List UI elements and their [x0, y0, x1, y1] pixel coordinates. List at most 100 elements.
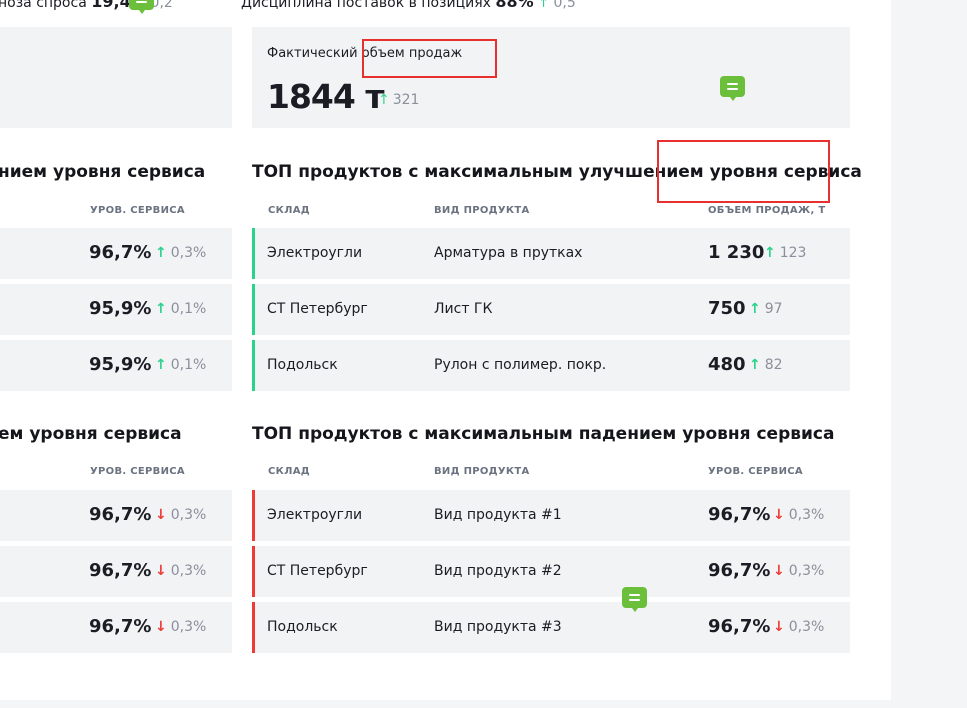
sales-volume-delta: ↑ 97	[749, 301, 783, 317]
delivery-discipline-delta: 0,5	[553, 0, 576, 11]
column-header-warehouse: СКЛАД	[268, 205, 310, 216]
arrow-up-icon: ↑	[155, 245, 167, 261]
sales-volume-value: 750	[708, 298, 746, 319]
sales-volume-delta-value: 97	[764, 301, 783, 317]
positive-indicator-bar	[252, 340, 255, 391]
service-level-delta: ↑ 0,3%	[155, 245, 206, 261]
actual-sales-card: Фактический объем продаж 1844 т ↑ 321	[252, 27, 850, 128]
metric-card-left	[0, 27, 232, 128]
column-header-sales-volume: ОБЪЕМ ПРОДАЖ, Т	[708, 205, 826, 216]
arrow-down-icon: ↓	[773, 619, 785, 635]
service-level-delta-value: 0,3%	[788, 507, 825, 523]
column-header-product: ВИД ПРОДУКТА	[434, 466, 530, 477]
service-level-value: 96,7%	[89, 504, 152, 525]
service-level-delta-value: 0,3%	[788, 563, 825, 579]
product-cell: Рулон с полимер. покр.	[434, 357, 607, 373]
arrow-down-icon: ↓	[773, 507, 785, 523]
actual-sales-value: 1844 т	[267, 77, 384, 116]
service-level-delta: ↑ 0,1%	[155, 301, 206, 317]
arrow-down-icon: ↓	[155, 619, 167, 635]
left-bottom-section-title: ем уровня сервиса	[0, 424, 182, 444]
product-cell: Вид продукта #3	[434, 619, 562, 635]
table-row: 95,9% ↑ 0,1%	[0, 284, 232, 335]
arrow-up-icon: ↑	[764, 245, 776, 261]
comment-icon[interactable]	[622, 587, 647, 612]
arrow-up-icon: ↑	[155, 301, 167, 317]
delivery-discipline-metric: Дисциплина поставок в позициях 88% ↑ 0,5	[241, 0, 576, 11]
service-level-value: 96,7%	[708, 560, 771, 581]
positive-indicator-bar	[252, 228, 255, 279]
decline-section-title: ТОП продуктов с максимальным падением ур…	[252, 424, 835, 444]
service-level-delta: ↓ 0,3%	[773, 507, 824, 523]
actual-sales-delta: ↑ 321	[378, 92, 419, 108]
warehouse-cell: Подольск	[267, 357, 338, 373]
sales-volume-delta: ↑ 123	[764, 245, 806, 261]
column-header-service-level: УРОВ. СЕРВИСА	[708, 466, 803, 477]
product-cell: Вид продукта #1	[434, 507, 562, 523]
arrow-up-icon: ↑	[155, 357, 167, 373]
service-level-delta: ↓ 0,3%	[773, 563, 824, 579]
service-level-delta: ↓ 0,3%	[155, 507, 206, 523]
arrow-up-icon: ↑	[378, 92, 390, 108]
service-level-value: 95,9%	[89, 298, 152, 319]
warehouse-cell: Электроугли	[267, 245, 363, 261]
service-level-delta: ↓ 0,3%	[155, 619, 206, 635]
highlight-box	[362, 39, 497, 78]
warehouse-cell: СТ Петербург	[267, 563, 368, 579]
table-row[interactable]: Подольск Вид продукта #3 96,7% ↓ 0,3%	[252, 602, 850, 653]
positive-indicator-bar	[252, 284, 255, 335]
table-row[interactable]: Электроугли Вид продукта #1 96,7% ↓ 0,3%	[252, 490, 850, 541]
column-header-product: ВИД ПРОДУКТА	[434, 205, 530, 216]
right-panel-background	[891, 0, 967, 708]
service-level-delta-value: 0,1%	[170, 357, 207, 373]
service-level-delta-value: 0,1%	[170, 301, 207, 317]
warehouse-cell: Электроугли	[267, 507, 363, 523]
service-level-delta-value: 0,3%	[170, 507, 207, 523]
product-cell: Арматура в прутках	[434, 245, 583, 261]
sales-volume-delta: ↑ 82	[749, 357, 783, 373]
service-level-delta-value: 0,3%	[788, 619, 825, 635]
table-row[interactable]: Подольск Рулон с полимер. покр. 480 ↑ 82	[252, 340, 850, 391]
table-row[interactable]: Электроугли Арматура в прутках 1 230 ↑ 12…	[252, 228, 850, 279]
comment-icon[interactable]	[129, 0, 154, 14]
product-cell: Вид продукта #2	[434, 563, 562, 579]
arrow-down-icon: ↓	[773, 563, 785, 579]
column-header-warehouse: СКЛАД	[268, 466, 310, 477]
service-level-delta-value: 0,3%	[170, 563, 207, 579]
negative-indicator-bar	[252, 602, 255, 653]
product-cell: Лист ГК	[434, 301, 493, 317]
table-row[interactable]: СТ Петербург Лист ГК 750 ↑ 97	[252, 284, 850, 335]
forecast-value: 19,4	[91, 0, 131, 11]
service-level-delta-value: 0,3%	[170, 245, 207, 261]
sales-volume-value: 1 230	[708, 242, 765, 263]
service-level-delta: ↓ 0,3%	[155, 563, 206, 579]
column-header-service-level: УРОВ. СЕРВИСА	[90, 205, 185, 216]
arrow-up-icon: ↑	[538, 0, 550, 11]
column-header-service-level: УРОВ. СЕРВИСА	[90, 466, 185, 477]
bottom-panel-background	[0, 700, 891, 708]
table-row[interactable]: СТ Петербург Вид продукта #2 96,7% ↓ 0,3%	[252, 546, 850, 597]
service-level-value: 95,9%	[89, 354, 152, 375]
service-level-value: 96,7%	[89, 242, 152, 263]
sales-volume-value: 480	[708, 354, 746, 375]
table-row: 96,7% ↓ 0,3%	[0, 490, 232, 541]
comment-icon[interactable]	[720, 76, 745, 101]
arrow-down-icon: ↓	[155, 563, 167, 579]
warehouse-cell: Подольск	[267, 619, 338, 635]
highlight-box	[657, 140, 830, 203]
service-level-value: 96,7%	[89, 616, 152, 637]
forecast-label: ноза спроса	[0, 0, 87, 11]
table-row: 96,7% ↓ 0,3%	[0, 546, 232, 597]
table-row: 96,7% ↑ 0,3%	[0, 228, 232, 279]
sales-volume-delta-value: 82	[764, 357, 783, 373]
service-level-delta-value: 0,3%	[170, 619, 207, 635]
actual-sales-delta-value: 321	[392, 92, 420, 108]
table-row: 95,9% ↑ 0,1%	[0, 340, 232, 391]
warehouse-cell: СТ Петербург	[267, 301, 368, 317]
left-top-section-title: нием уровня сервиса	[0, 162, 206, 182]
arrow-up-icon: ↑	[749, 357, 761, 373]
table-row: 96,7% ↓ 0,3%	[0, 602, 232, 653]
arrow-down-icon: ↓	[155, 507, 167, 523]
service-level-value: 96,7%	[708, 504, 771, 525]
arrow-up-icon: ↑	[749, 301, 761, 317]
